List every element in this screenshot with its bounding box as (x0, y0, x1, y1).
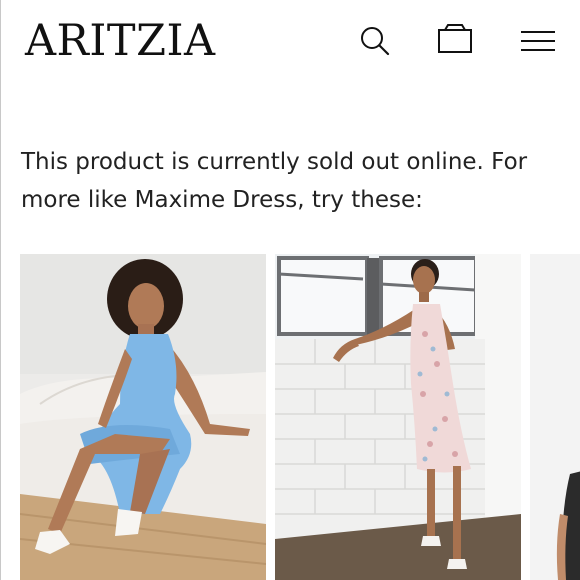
search-button[interactable] (356, 22, 394, 60)
product-card-floral-slip-dress[interactable] (275, 254, 521, 580)
hamburger-menu-icon (521, 31, 555, 51)
shopping-bag-icon (438, 24, 472, 53)
recommendations-carousel[interactable] (20, 254, 580, 580)
product-image-blue-dress (20, 254, 266, 580)
product-card-blue-dress[interactable] (20, 254, 266, 580)
left-edge-rule (0, 0, 1, 580)
shopping-bag-button[interactable] (436, 22, 474, 60)
menu-button[interactable] (518, 22, 558, 60)
product-image-partial (530, 254, 580, 580)
product-image-floral-slip-dress (275, 254, 521, 580)
site-header: ARITZIA (0, 0, 580, 80)
product-card-partial[interactable] (530, 254, 580, 580)
brand-logo[interactable]: ARITZIA (25, 15, 216, 67)
search-icon (361, 27, 390, 56)
sold-out-message: This product is currently sold out onlin… (21, 149, 528, 213)
